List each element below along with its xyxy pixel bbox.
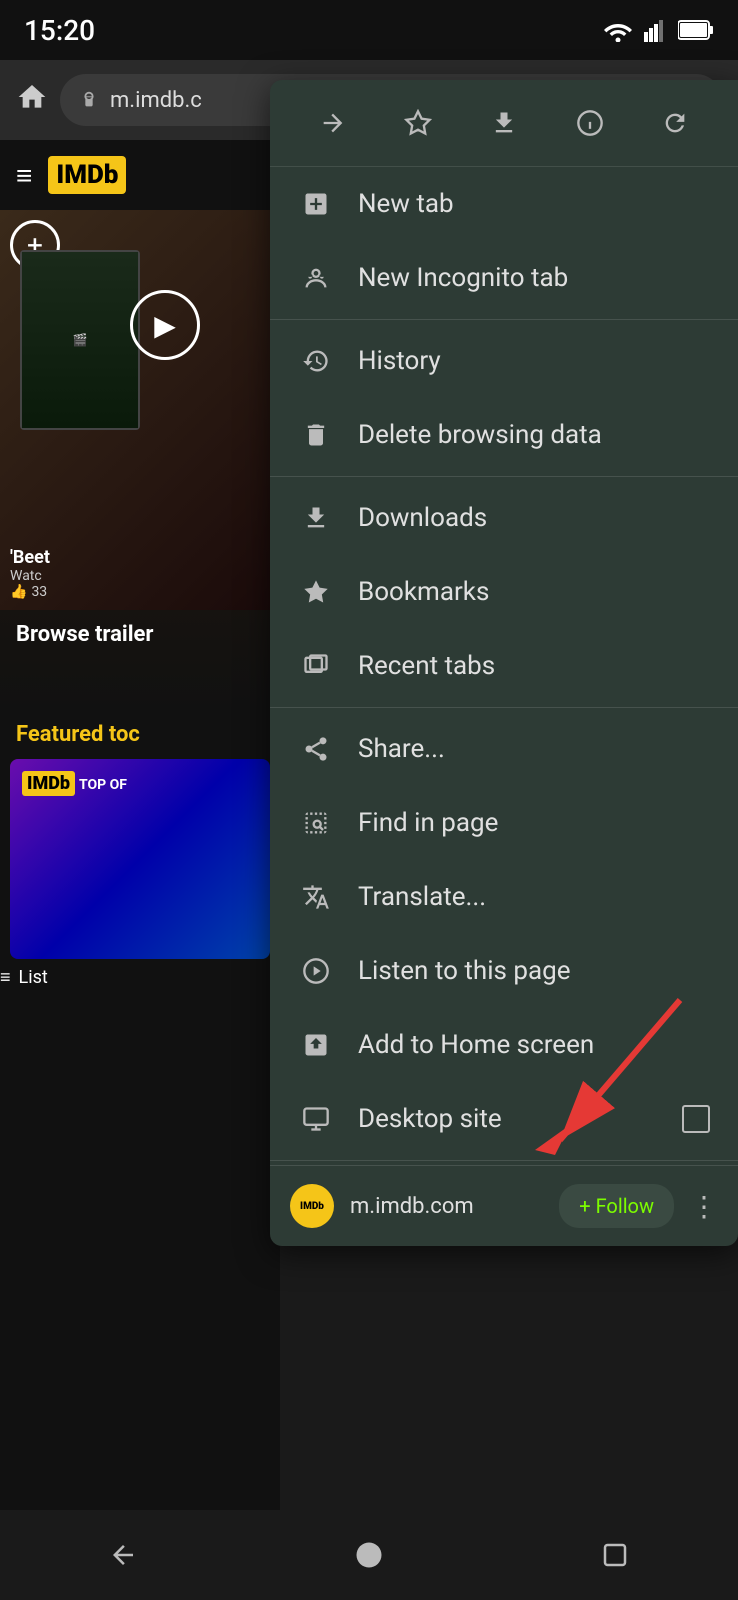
translate-item[interactable]: Translate... — [270, 860, 738, 934]
listen-to-page-item[interactable]: Listen to this page — [270, 934, 738, 1008]
new-tab-label: New tab — [358, 189, 710, 219]
home-button[interactable] — [16, 81, 48, 120]
movie-image: + 🎬 ▶ 'Beet Watc 👍33 — [0, 210, 280, 610]
info-button[interactable] — [565, 98, 615, 148]
delete-browsing-data-item[interactable]: Delete browsing data — [270, 398, 738, 472]
home-nav-button[interactable] — [329, 1525, 409, 1585]
follow-button[interactable]: + Follow — [559, 1184, 674, 1228]
recent-apps-button[interactable] — [575, 1525, 655, 1585]
dropdown-bottom: IMDb m.imdb.com + Follow ⋮ — [270, 1165, 738, 1246]
translate-label: Translate... — [358, 882, 710, 912]
new-tab-icon — [298, 190, 334, 218]
history-label: History — [358, 346, 710, 376]
history-item[interactable]: History — [270, 324, 738, 398]
new-incognito-tab-item[interactable]: New Incognito tab — [270, 241, 738, 315]
incognito-icon — [298, 264, 334, 292]
add-to-home-label: Add to Home screen — [358, 1030, 710, 1060]
bookmarks-icon — [298, 578, 334, 606]
imdb-logo: IMDb — [48, 156, 126, 194]
new-incognito-tab-label: New Incognito tab — [358, 263, 710, 293]
back-button[interactable] — [83, 1525, 163, 1585]
signal-icon — [644, 18, 668, 42]
bookmarks-item[interactable]: Bookmarks — [270, 555, 738, 629]
divider-2 — [270, 476, 738, 477]
dropdown-toolbar — [270, 80, 738, 167]
desktop-site-label: Desktop site — [358, 1104, 658, 1134]
status-time: 15:20 — [24, 14, 95, 47]
forward-button[interactable] — [308, 98, 358, 148]
url-text: m.imdb.c — [110, 88, 202, 113]
share-item[interactable]: Share... — [270, 712, 738, 786]
status-icons — [602, 18, 714, 42]
desktop-site-item[interactable]: Desktop site — [270, 1082, 738, 1156]
dropdown-menu: New tab New Incognito tab History — [270, 80, 738, 1246]
divider-3 — [270, 707, 738, 708]
share-label: Share... — [358, 734, 710, 764]
bg-content: ≡ IMDb + 🎬 ▶ 'Beet Watc 👍33 Browse trail… — [0, 140, 280, 1600]
play-button[interactable]: ▶ — [130, 290, 200, 360]
site-url: m.imdb.com — [350, 1194, 543, 1219]
find-in-page-label: Find in page — [358, 808, 710, 838]
divider-4 — [270, 1160, 738, 1161]
movie-section: + 🎬 ▶ 'Beet Watc 👍33 Browse trailer — [0, 210, 280, 710]
bookmark-button[interactable] — [393, 98, 443, 148]
delete-icon — [298, 421, 334, 449]
featured-today: Featured toc — [0, 710, 280, 759]
recent-tabs-icon — [298, 652, 334, 680]
list-label: ≡ List — [0, 959, 280, 996]
movie-title: 'Beet — [10, 547, 50, 568]
downloads-item[interactable]: Downloads — [270, 481, 738, 555]
browse-trailers: Browse trailer — [0, 610, 280, 659]
desktop-site-icon — [298, 1105, 334, 1133]
download-button[interactable] — [479, 98, 529, 148]
site-logo: IMDb — [290, 1184, 334, 1228]
recent-tabs-item[interactable]: Recent tabs — [270, 629, 738, 703]
watch-label: Watc — [10, 568, 50, 584]
hamburger-icon: ≡ — [16, 159, 32, 192]
divider-1 — [270, 319, 738, 320]
listen-label: Listen to this page — [358, 956, 710, 986]
history-icon — [298, 347, 334, 375]
translate-icon — [298, 883, 334, 911]
battery-icon — [678, 19, 714, 41]
find-in-page-icon — [298, 809, 334, 837]
add-to-home-icon — [298, 1031, 334, 1059]
status-bar: 15:20 — [0, 0, 738, 60]
downloads-icon — [298, 504, 334, 532]
movie-poster: 🎬 — [20, 250, 140, 430]
likes-count: 👍33 — [10, 584, 50, 600]
featured-image: IMDb TOP OF — [10, 759, 270, 959]
find-in-page-item[interactable]: Find in page — [270, 786, 738, 860]
imdb-header: ≡ IMDb — [0, 140, 280, 210]
add-to-home-item[interactable]: Add to Home screen — [270, 1008, 738, 1082]
recent-tabs-label: Recent tabs — [358, 651, 710, 681]
imdb-logo-small: IMDb — [22, 771, 75, 796]
nav-bar — [0, 1510, 738, 1600]
top-of-label: TOP OF — [79, 777, 127, 793]
refresh-button[interactable] — [650, 98, 700, 148]
share-icon — [298, 735, 334, 763]
new-tab-item[interactable]: New tab — [270, 167, 738, 241]
imdb-top-label: IMDb TOP OF — [22, 771, 127, 796]
delete-browsing-data-label: Delete browsing data — [358, 420, 710, 450]
wifi-icon — [602, 18, 634, 42]
bookmarks-label: Bookmarks — [358, 577, 710, 607]
lock-icon — [78, 89, 100, 111]
more-button[interactable]: ⋮ — [690, 1190, 718, 1223]
downloads-label: Downloads — [358, 503, 710, 533]
desktop-site-checkbox[interactable] — [682, 1105, 710, 1133]
listen-icon — [298, 957, 334, 985]
